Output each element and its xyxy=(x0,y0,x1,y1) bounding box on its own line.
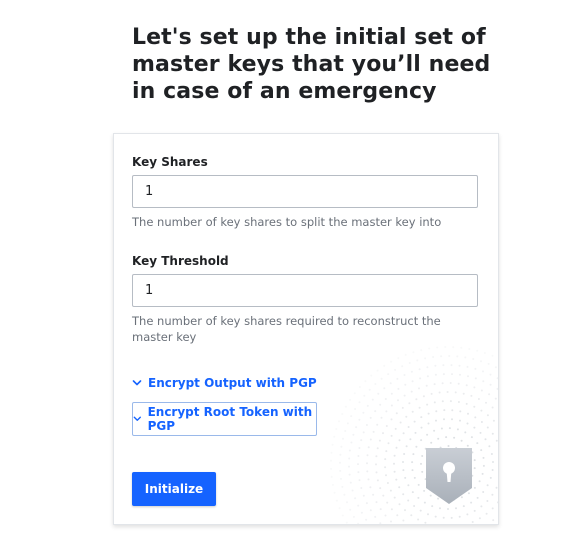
key-shares-help: The number of key shares to split the ma… xyxy=(132,215,442,229)
initialize-button[interactable]: Initialize xyxy=(132,472,216,506)
encrypt-output-label: Encrypt Output with PGP xyxy=(148,376,317,390)
init-form-card: Key Shares 1 The number of key shares to… xyxy=(113,133,499,525)
key-threshold-label: Key Threshold xyxy=(132,254,229,268)
chevron-down-icon xyxy=(132,380,142,386)
shield-lock-icon xyxy=(426,448,472,504)
page-title: Let's set up the initial set of master k… xyxy=(132,25,491,104)
key-shares-label: Key Shares xyxy=(132,155,208,169)
encrypt-root-token-toggle[interactable]: Encrypt Root Token with PGP xyxy=(132,402,317,436)
encrypt-output-toggle[interactable]: Encrypt Output with PGP xyxy=(132,376,317,390)
key-threshold-input[interactable]: 1 xyxy=(132,274,478,307)
key-shares-input[interactable]: 1 xyxy=(132,175,478,208)
encrypt-root-token-label: Encrypt Root Token with PGP xyxy=(147,405,313,433)
chevron-down-icon xyxy=(133,416,141,421)
init-page: Let's set up the initial set of master k… xyxy=(0,0,564,550)
key-threshold-help: The number of key shares required to rec… xyxy=(132,314,441,344)
